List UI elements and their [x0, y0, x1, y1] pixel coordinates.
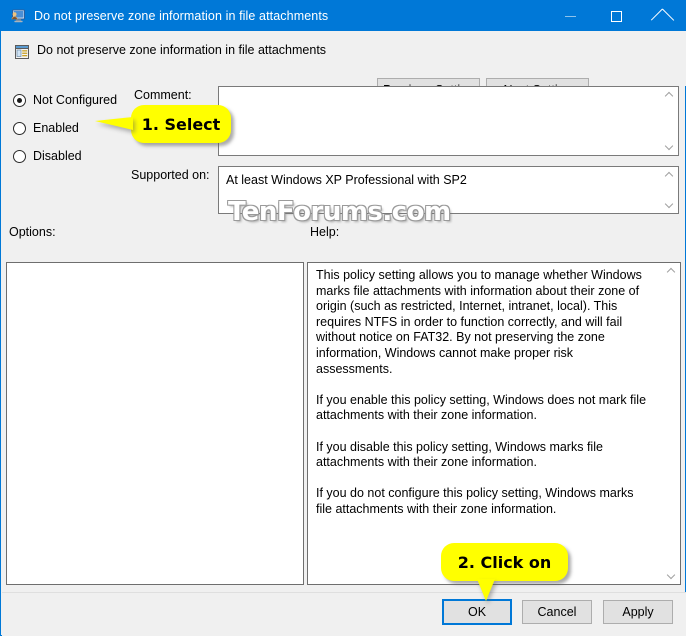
supported-on-field: At least Windows XP Professional with SP… — [218, 166, 679, 214]
scroll-down-icon[interactable] — [661, 196, 678, 213]
cancel-button[interactable]: Cancel — [522, 600, 592, 624]
apply-button[interactable]: Apply — [603, 600, 673, 624]
maximize-button[interactable] — [593, 1, 639, 31]
help-label: Help: — [310, 225, 340, 239]
ok-button[interactable]: OK — [442, 599, 512, 625]
radio-icon-enabled — [13, 121, 26, 135]
annotation-callout-step2: 2. Click on — [441, 543, 568, 601]
radio-option-disabled[interactable]: Disabled — [13, 147, 82, 165]
policy-title: Do not preserve zone information in file… — [37, 43, 327, 57]
close-icon — [655, 9, 669, 23]
scroll-up-icon[interactable] — [661, 167, 678, 184]
radio-icon-disabled — [13, 149, 26, 163]
scroll-down-icon[interactable] — [663, 567, 680, 584]
radio-option-not-configured[interactable]: Not Configured — [13, 91, 117, 109]
comment-label: Comment: — [134, 88, 192, 102]
callout-tail-down — [477, 579, 495, 601]
minimize-icon — [564, 15, 576, 17]
close-button[interactable] — [639, 1, 685, 31]
minimize-button[interactable] — [547, 1, 593, 31]
help-text: This policy setting allows you to manage… — [316, 268, 647, 516]
radio-icon-not-configured — [13, 93, 26, 107]
radio-option-enabled[interactable]: Enabled — [13, 119, 79, 137]
window-title: Do not preserve zone information in file… — [34, 9, 329, 23]
callout-tail-left — [95, 117, 133, 130]
computer-user-icon — [10, 8, 26, 24]
policy-setting-window: Do not preserve zone information in file… — [0, 0, 686, 636]
annotation-callout-step1: 1. Select — [95, 105, 231, 143]
comment-input[interactable] — [218, 86, 679, 156]
annotation-step1-label: 1. Select — [141, 114, 221, 134]
help-scrollbar[interactable] — [663, 263, 680, 584]
radio-label-disabled: Disabled — [33, 149, 82, 163]
screenshot-root: Do not preserve zone information in file… — [0, 0, 686, 636]
supported-on-value: At least Windows XP Professional with SP… — [226, 173, 467, 187]
radio-label-not-configured: Not Configured — [33, 93, 118, 107]
scroll-down-icon[interactable] — [661, 138, 678, 155]
group-policy-setting-icon — [14, 44, 30, 60]
options-label: Options: — [9, 225, 56, 239]
supported-scrollbar[interactable] — [660, 167, 678, 213]
comment-scrollbar[interactable] — [660, 87, 678, 155]
scroll-up-icon[interactable] — [661, 87, 678, 104]
help-pane[interactable]: This policy setting allows you to manage… — [307, 262, 681, 585]
scroll-up-icon[interactable] — [663, 263, 680, 280]
radio-label-enabled: Enabled — [33, 121, 79, 135]
caption-button-group — [547, 1, 685, 31]
supported-on-label: Supported on: — [131, 168, 210, 182]
policy-header: Do not preserve zone information in file… — [2, 31, 686, 102]
title-bar: Do not preserve zone information in file… — [1, 1, 685, 31]
options-pane[interactable] — [6, 262, 304, 585]
maximize-icon — [610, 10, 622, 22]
annotation-step2-label: 2. Click on — [457, 552, 552, 572]
